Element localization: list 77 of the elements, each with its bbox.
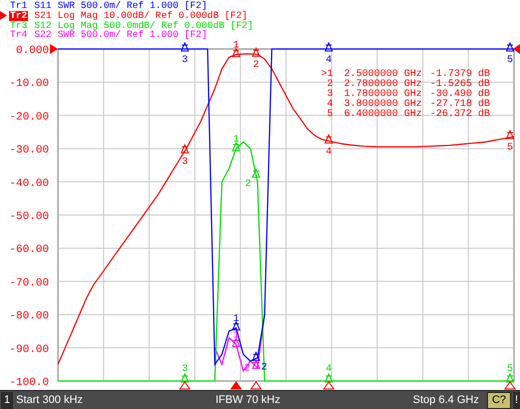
marker-frequency: 2.5000000 GHz [344, 69, 422, 80]
marker-number: 5 [507, 55, 513, 66]
marker-icon [180, 374, 190, 382]
axis-label: -50.00 [9, 211, 49, 223]
marker-number: 2 [253, 60, 260, 72]
axis-label: -100.0 [9, 377, 49, 389]
marker-icon [506, 374, 514, 382]
marker-frequency: 3.8000000 GHz [344, 99, 422, 110]
marker-number: >1 [320, 69, 333, 80]
trace-format: SWR 500.0m/ Ref 1.000 [F2] [58, 30, 208, 40]
marker-icon [252, 48, 260, 57]
marker-number: 5 [507, 142, 513, 154]
marker-icon [180, 144, 190, 154]
marker-number: 1 [233, 40, 240, 52]
marker-number: 4 [326, 364, 332, 375]
marker-value: -27.718 dB [430, 99, 490, 110]
marker-number: 2 [245, 179, 252, 190]
reference-arrow-icon [513, 44, 520, 54]
reference-arrow-icon [50, 44, 58, 54]
marker-number: 1 [233, 134, 240, 146]
marker-number: 5 [326, 109, 333, 120]
marker-value: -1.5265 dB [430, 79, 490, 90]
ifbw-label: IFBW 70 kHz [215, 394, 280, 406]
stop-frequency: Stop 6.4 GHz [412, 394, 479, 406]
marker-value: -26.372 dB [430, 109, 490, 120]
marker-icon [506, 42, 514, 52]
marker-number: 3 [326, 89, 333, 100]
channel-number: 1 [1, 392, 14, 408]
marker-icon [232, 142, 240, 152]
axis-label: -80.00 [9, 310, 49, 323]
marker-frequency: 1.7800000 GHz [344, 89, 422, 100]
trace-format: Log Mag 500.0mdB/ Ref 0.000dB [F2] [58, 20, 254, 30]
marker-number: 5 [507, 364, 513, 375]
marker-icon [252, 168, 260, 178]
marker-frequency: 2.7800000 GHz [344, 79, 422, 90]
axis-label: -70.00 [9, 277, 49, 290]
marker-number: 2 [326, 79, 333, 90]
trace-parameter: S22 [34, 30, 52, 40]
marker-value: -1.7379 dB [430, 69, 490, 80]
trace-parameter: S21 [34, 10, 52, 20]
axis-label: 0.000 [16, 45, 49, 57]
trace-parameter: S11 [34, 1, 52, 11]
marker-number: 4 [326, 146, 332, 158]
marker-number: 1 [233, 314, 240, 325]
marker-frequency: 6.4000000 GHz [344, 109, 422, 120]
marker-number: 4 [326, 55, 332, 66]
correction-button[interactable]: C? [486, 392, 512, 408]
marker-number: 3 [182, 364, 188, 375]
marker-icon [252, 352, 260, 361]
marker-icon [324, 134, 334, 144]
active-trace-pointer-icon [0, 11, 7, 20]
marker-icon [252, 360, 260, 369]
marker-value: -30.490 dB [430, 89, 490, 100]
axis-label: -30.00 [9, 144, 49, 157]
marker-icon [232, 48, 240, 58]
marker-icon [506, 130, 514, 140]
marker-icon [232, 338, 240, 347]
marker-number: 2 [244, 363, 250, 374]
start-frequency: Start 300 kHz [16, 394, 83, 406]
marker-icon [180, 42, 190, 52]
alert-button[interactable]: ! [513, 392, 520, 408]
trace-format: SWR 500.0m/ Ref 1.000 [F2] [58, 1, 208, 11]
marker-icon [324, 374, 334, 382]
axis-label: -20.00 [9, 111, 49, 124]
axis-label: -40.00 [9, 178, 49, 190]
marker-icon [324, 42, 334, 52]
trace-format: Log Mag 10.00dB/ Ref 0.000dB [F2] [58, 10, 248, 20]
marker-number: 3 [182, 55, 188, 66]
trace-name[interactable]: Tr1 [9, 1, 28, 11]
marker-number: 3 [182, 156, 188, 168]
axis-label: -10.00 [9, 78, 49, 90]
trace-name[interactable]: Tr2 [9, 10, 28, 20]
trace-parameter: S12 [34, 20, 52, 30]
marker-icon [232, 321, 240, 330]
axis-label: -90.00 [9, 344, 49, 356]
marker-number: 4 [326, 99, 333, 110]
axis-label: -60.00 [9, 244, 49, 256]
